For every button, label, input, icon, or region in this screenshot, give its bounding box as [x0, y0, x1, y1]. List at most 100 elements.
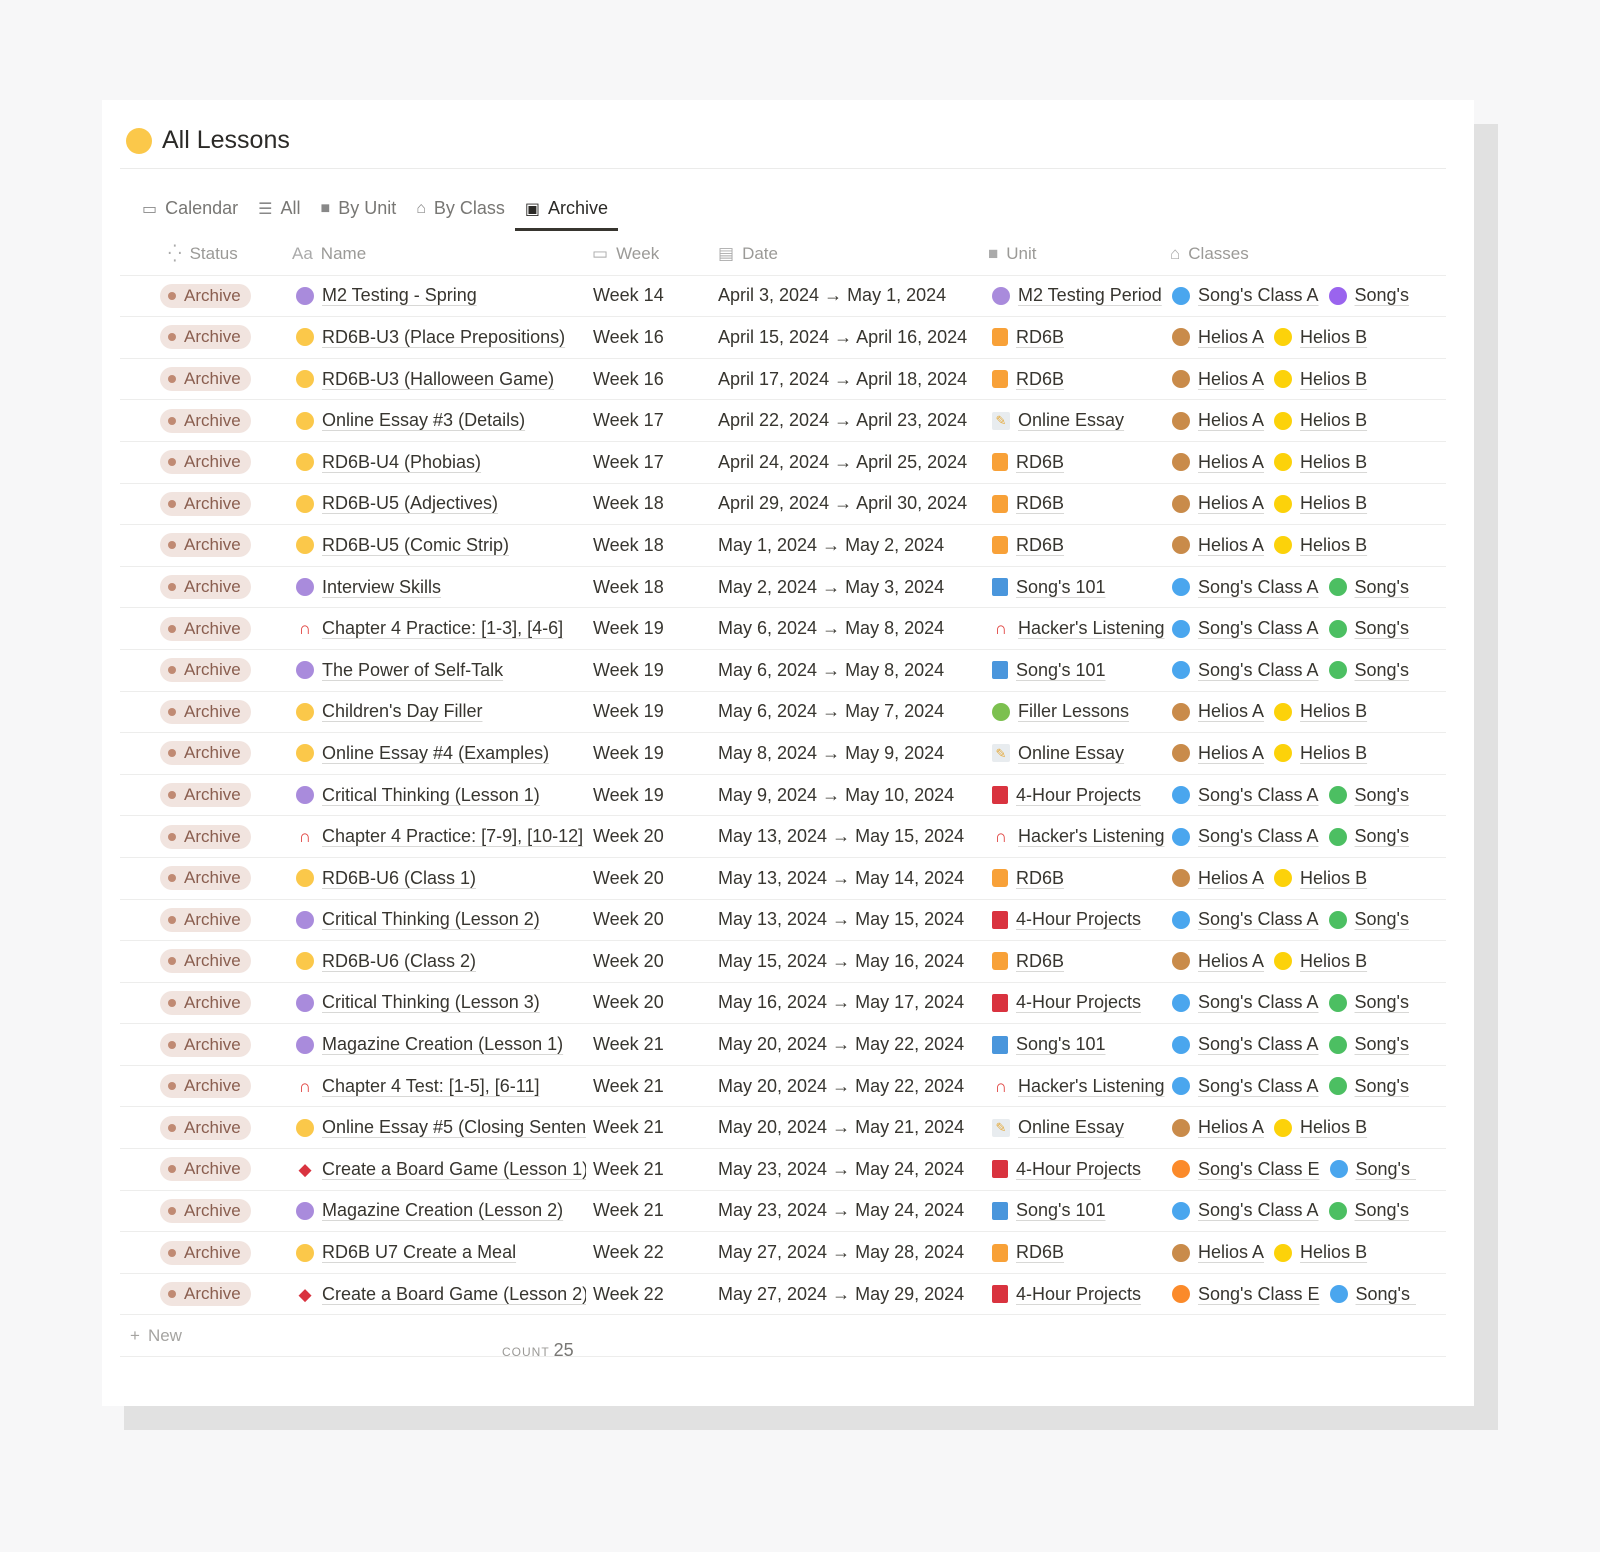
unit-link[interactable]: Hacker's Listening	[1018, 618, 1165, 639]
class-link[interactable]: Helios A	[1198, 369, 1264, 390]
table-row[interactable]: Archive RD6B-U4 (Phobias) Week 17 April …	[120, 442, 1446, 484]
lesson-name-link[interactable]: Chapter 4 Practice: [7-9], [10-12]	[322, 826, 583, 847]
unit-link[interactable]: RD6B	[1016, 327, 1064, 348]
lesson-name-link[interactable]: Magazine Creation (Lesson 1)	[322, 1034, 563, 1055]
lesson-name-link[interactable]: Children's Day Filler	[322, 701, 482, 722]
table-row[interactable]: Archive ◆ Create a Board Game (Lesson 1) …	[120, 1149, 1446, 1191]
unit-link[interactable]: Hacker's Listening	[1018, 1076, 1165, 1097]
lesson-name-link[interactable]: RD6B-U5 (Adjectives)	[322, 493, 498, 514]
class-link[interactable]: Helios A	[1198, 1242, 1264, 1263]
new-row-button[interactable]: + New	[120, 1315, 1446, 1358]
class-link[interactable]: Song's	[1355, 826, 1409, 847]
unit-link[interactable]: 4-Hour Projects	[1016, 1284, 1141, 1305]
header-status[interactable]: ⁛ Status	[168, 234, 238, 275]
tab-archive[interactable]: ▣ Archive	[514, 192, 619, 231]
status-badge[interactable]: Archive	[160, 1282, 251, 1307]
class-link[interactable]: Song's Class A	[1198, 1076, 1319, 1097]
table-row[interactable]: Archive RD6B U7 Create a Meal Week 22 Ma…	[120, 1232, 1446, 1274]
lesson-name-link[interactable]: Interview Skills	[322, 577, 441, 598]
unit-link[interactable]: 4-Hour Projects	[1016, 992, 1141, 1013]
lesson-name-link[interactable]: RD6B-U4 (Phobias)	[322, 452, 481, 473]
table-row[interactable]: Archive RD6B-U3 (Place Prepositions) Wee…	[120, 317, 1446, 359]
header-week[interactable]: ▭ Week	[592, 234, 659, 275]
status-badge[interactable]: Archive	[160, 1074, 251, 1099]
header-classes[interactable]: ⌂ Classes	[1170, 234, 1249, 275]
table-row[interactable]: Archive RD6B-U5 (Comic Strip) Week 18 Ma…	[120, 525, 1446, 567]
status-badge[interactable]: Archive	[160, 1032, 251, 1057]
class-link[interactable]: Song's Class A	[1198, 577, 1319, 598]
lesson-name-link[interactable]: RD6B-U6 (Class 2)	[322, 951, 476, 972]
lesson-name-link[interactable]: Chapter 4 Practice: [1-3], [4-6]	[322, 618, 563, 639]
status-badge[interactable]: Archive	[160, 1115, 251, 1140]
table-row[interactable]: Archive Magazine Creation (Lesson 2) Wee…	[120, 1191, 1446, 1233]
class-link[interactable]: Song's Class A	[1198, 285, 1319, 306]
table-row[interactable]: Archive Critical Thinking (Lesson 2) Wee…	[120, 900, 1446, 942]
table-row[interactable]: Archive Magazine Creation (Lesson 1) Wee…	[120, 1024, 1446, 1066]
class-link[interactable]: Song's	[1355, 618, 1409, 639]
class-link[interactable]: Helios A	[1198, 452, 1264, 473]
unit-link[interactable]: Hacker's Listening	[1018, 826, 1165, 847]
class-link[interactable]: Helios A	[1198, 327, 1264, 348]
class-link[interactable]: Helios B	[1300, 868, 1367, 889]
class-link[interactable]: Song's Class E	[1198, 1284, 1320, 1305]
class-link[interactable]: Helios B	[1300, 701, 1367, 722]
table-row[interactable]: Archive Online Essay #3 (Details) Week 1…	[120, 400, 1446, 442]
unit-link[interactable]: Song's 101	[1016, 577, 1106, 598]
unit-link[interactable]: 4-Hour Projects	[1016, 785, 1141, 806]
lesson-name-link[interactable]: Critical Thinking (Lesson 2)	[322, 909, 540, 930]
lesson-name-link[interactable]: Magazine Creation (Lesson 2)	[322, 1200, 563, 1221]
table-row[interactable]: Archive Online Essay #5 (Closing Sentenc…	[120, 1107, 1446, 1150]
class-link[interactable]: Song's	[1355, 1076, 1409, 1097]
unit-link[interactable]: RD6B	[1016, 452, 1064, 473]
class-link[interactable]: Helios B	[1300, 743, 1367, 764]
status-badge[interactable]: Archive	[160, 907, 251, 932]
status-badge[interactable]: Archive	[160, 949, 251, 974]
unit-link[interactable]: RD6B	[1016, 493, 1064, 514]
class-link[interactable]: Song's	[1355, 909, 1409, 930]
class-link[interactable]: Song's	[1355, 1200, 1409, 1221]
status-badge[interactable]: Archive	[160, 1157, 251, 1182]
class-link[interactable]: Helios A	[1198, 701, 1264, 722]
unit-link[interactable]: RD6B	[1016, 1242, 1064, 1263]
unit-link[interactable]: Online Essay	[1018, 1117, 1124, 1138]
lesson-name-link[interactable]: Online Essay #4 (Examples)	[322, 743, 549, 764]
class-link[interactable]: Song's Class A	[1198, 618, 1319, 639]
table-row[interactable]: Archive ∩ Chapter 4 Practice: [1-3], [4-6…	[120, 608, 1446, 650]
lesson-name-link[interactable]: Critical Thinking (Lesson 1)	[322, 785, 540, 806]
class-link[interactable]: Helios B	[1300, 452, 1367, 473]
table-row[interactable]: Archive Critical Thinking (Lesson 1) Wee…	[120, 775, 1446, 817]
status-badge[interactable]: Archive	[160, 741, 251, 766]
status-badge[interactable]: Archive	[160, 283, 251, 308]
status-badge[interactable]: Archive	[160, 990, 251, 1015]
lesson-name-link[interactable]: RD6B-U3 (Place Prepositions)	[322, 327, 565, 348]
tab-by-unit[interactable]: ■ By Unit	[311, 192, 407, 231]
class-link[interactable]: Helios B	[1300, 1117, 1367, 1138]
unit-link[interactable]: RD6B	[1016, 369, 1064, 390]
table-row[interactable]: Archive ∩ Chapter 4 Test: [1-5], [6-11] W…	[120, 1066, 1446, 1108]
class-link[interactable]: Helios B	[1300, 493, 1367, 514]
class-link[interactable]: Helios A	[1198, 493, 1264, 514]
lesson-name-link[interactable]: M2 Testing - Spring	[322, 285, 477, 306]
status-badge[interactable]: Archive	[160, 1198, 251, 1223]
table-row[interactable]: Archive Online Essay #4 (Examples) Week …	[120, 733, 1446, 775]
lesson-name-link[interactable]: The Power of Self-Talk	[322, 660, 503, 681]
status-badge[interactable]: Archive	[160, 824, 251, 849]
unit-link[interactable]: 4-Hour Projects	[1016, 1159, 1141, 1180]
class-link[interactable]: Helios B	[1300, 369, 1367, 390]
status-badge[interactable]: Archive	[160, 491, 251, 516]
class-link[interactable]: Helios A	[1198, 410, 1264, 431]
lesson-name-link[interactable]: RD6B-U6 (Class 1)	[322, 868, 476, 889]
header-date[interactable]: ▤ Date	[718, 234, 778, 275]
status-badge[interactable]: Archive	[160, 575, 251, 600]
class-link[interactable]: Helios B	[1300, 410, 1367, 431]
class-link[interactable]: Song's Class A	[1198, 1034, 1319, 1055]
tab-calendar[interactable]: ▭ Calendar	[132, 192, 248, 231]
tab-by-class[interactable]: ⌂ By Class	[406, 192, 515, 231]
class-link[interactable]: Song's	[1355, 785, 1409, 806]
status-badge[interactable]: Archive	[160, 699, 251, 724]
class-link[interactable]: Song's	[1355, 992, 1409, 1013]
unit-link[interactable]: Online Essay	[1018, 410, 1124, 431]
table-row[interactable]: Archive RD6B-U6 (Class 2) Week 20 May 15…	[120, 941, 1446, 983]
class-link[interactable]: Helios A	[1198, 1117, 1264, 1138]
table-row[interactable]: Archive The Power of Self-Talk Week 19 M…	[120, 650, 1446, 692]
